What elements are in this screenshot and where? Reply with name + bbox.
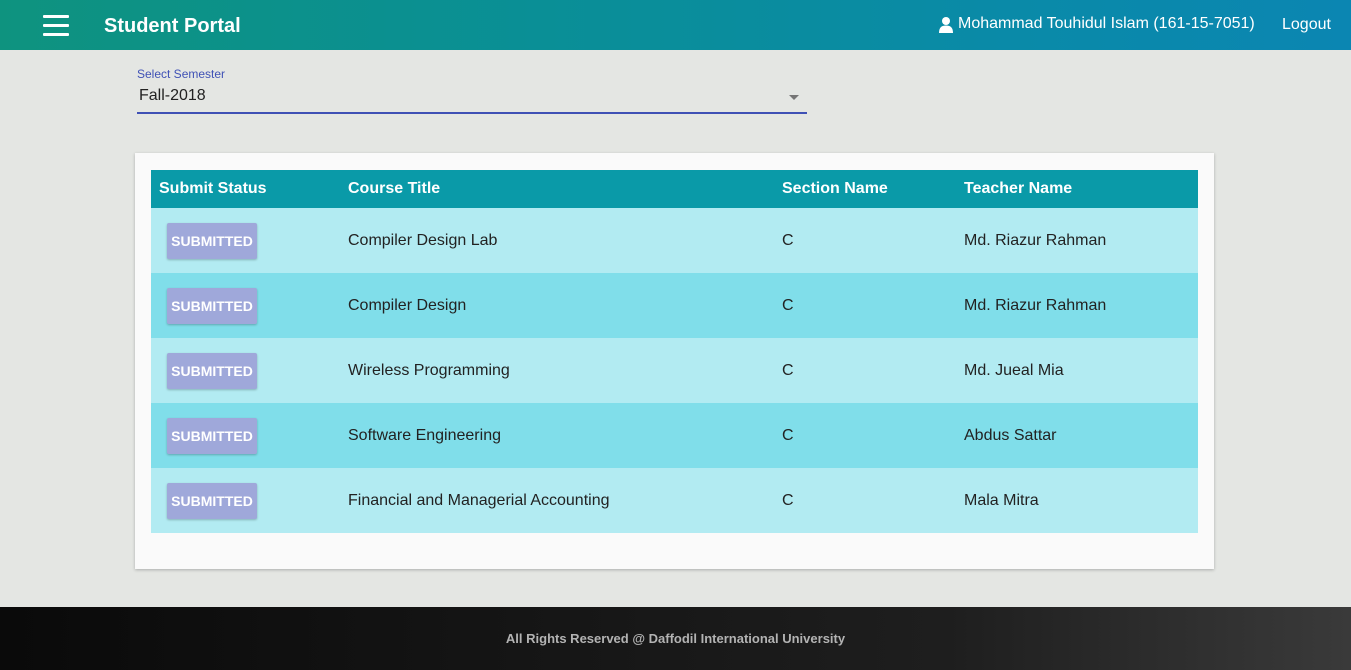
table-row: SUBMITTED Compiler Design C Md. Riazur R… bbox=[151, 273, 1198, 338]
dropdown-caret-icon bbox=[789, 95, 799, 100]
section-name: C bbox=[782, 491, 794, 509]
course-title: Financial and Managerial Accounting bbox=[348, 491, 610, 509]
section-name: C bbox=[782, 361, 794, 379]
course-title: Wireless Programming bbox=[348, 361, 510, 379]
courses-table: Submit Status Course Title Section Name … bbox=[151, 170, 1198, 533]
header-section-name: Section Name bbox=[782, 180, 888, 197]
footer: All Rights Reserved @ Daffodil Internati… bbox=[0, 607, 1351, 670]
course-title: Compiler Design bbox=[348, 296, 467, 314]
user-name: Mohammad Touhidul Islam (161-15-7051) bbox=[958, 15, 1255, 32]
submitted-button[interactable]: SUBMITTED bbox=[167, 222, 257, 259]
course-title: Compiler Design Lab bbox=[348, 231, 498, 249]
section-name: C bbox=[782, 231, 794, 249]
header-teacher-name: Teacher Name bbox=[964, 180, 1073, 197]
header-submit-status: Submit Status bbox=[159, 180, 267, 197]
courses-card: Submit Status Course Title Section Name … bbox=[135, 153, 1214, 569]
user-info: Mohammad Touhidul Islam (161-15-7051) bbox=[938, 15, 1255, 33]
semester-selector: Select Semester Fall-2018 bbox=[137, 67, 807, 114]
table-row: SUBMITTED Financial and Managerial Accou… bbox=[151, 468, 1198, 533]
logout-button[interactable]: Logout bbox=[1282, 16, 1331, 34]
header-course-title: Course Title bbox=[348, 180, 441, 197]
submitted-button[interactable]: SUBMITTED bbox=[167, 287, 257, 324]
teacher-name: Md. Riazur Rahman bbox=[964, 296, 1107, 314]
table-row: SUBMITTED Wireless Programming C Md. Jue… bbox=[151, 338, 1198, 403]
footer-copyright: All Rights Reserved @ Daffodil Internati… bbox=[505, 631, 846, 646]
submitted-button[interactable]: SUBMITTED bbox=[167, 352, 257, 389]
hamburger-menu-icon[interactable] bbox=[43, 15, 69, 37]
section-name: C bbox=[782, 296, 794, 314]
section-name: C bbox=[782, 426, 794, 444]
submitted-button[interactable]: SUBMITTED bbox=[167, 482, 257, 519]
semester-select[interactable]: Fall-2018 bbox=[137, 87, 807, 114]
teacher-name: Md. Riazur Rahman bbox=[964, 231, 1107, 249]
submitted-button[interactable]: SUBMITTED bbox=[167, 417, 257, 454]
semester-value: Fall-2018 bbox=[139, 87, 206, 104]
top-app-bar: Student Portal Mohammad Touhidul Islam (… bbox=[0, 0, 1351, 50]
teacher-name: Md. Jueal Mia bbox=[964, 361, 1064, 379]
table-row: SUBMITTED Compiler Design Lab C Md. Riaz… bbox=[151, 208, 1198, 273]
table-header-row: Submit Status Course Title Section Name … bbox=[151, 170, 1198, 208]
teacher-name: Mala Mitra bbox=[964, 491, 1039, 509]
semester-label: Select Semester bbox=[137, 67, 226, 81]
table-row: SUBMITTED Software Engineering C Abdus S… bbox=[151, 403, 1198, 468]
app-title: Student Portal bbox=[104, 15, 241, 37]
teacher-name: Abdus Sattar bbox=[964, 426, 1057, 444]
course-title: Software Engineering bbox=[348, 426, 501, 444]
user-icon bbox=[938, 16, 954, 33]
